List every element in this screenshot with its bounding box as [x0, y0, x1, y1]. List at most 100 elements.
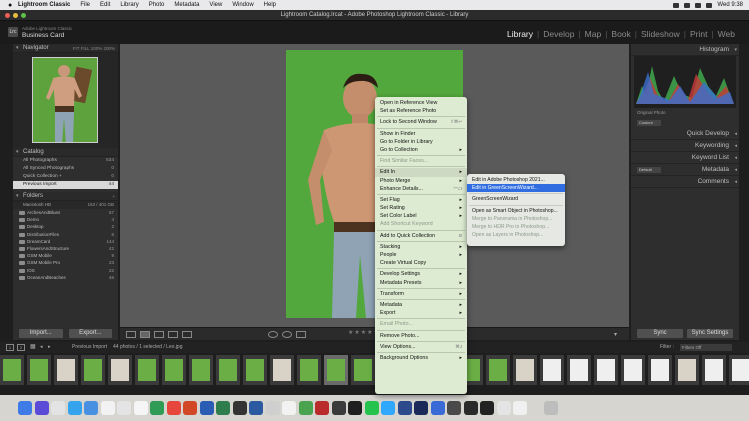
dock-app-icon[interactable] — [315, 401, 329, 415]
folder-item[interactable]: FlowersAndStructure 42 — [13, 245, 118, 252]
folder-item[interactable]: Demo 4 — [13, 216, 118, 223]
grid-icon[interactable]: ▦ — [30, 342, 36, 353]
module-print[interactable]: Print — [686, 29, 711, 39]
dock-app-icon[interactable] — [133, 401, 148, 415]
trash-icon[interactable] — [543, 401, 558, 415]
dock-app-icon[interactable] — [166, 401, 181, 415]
filmstrip-thumbnail[interactable] — [621, 355, 645, 385]
filmstrip-thumbnail[interactable] — [351, 355, 375, 385]
import-button[interactable]: Import... — [19, 329, 63, 338]
page-1-button[interactable]: 1 — [6, 344, 14, 351]
ctx-item-remove-photo[interactable]: Remove Photo... — [375, 332, 467, 340]
menu-library[interactable]: Library — [120, 2, 138, 8]
painter-icon[interactable] — [296, 331, 306, 338]
compare-view-icon[interactable] — [154, 331, 164, 338]
dock-app-icon[interactable] — [480, 401, 494, 415]
folder-item[interactable]: OceanAndBeaches 46 — [13, 274, 118, 281]
close-window-icon[interactable] — [5, 13, 10, 18]
search-icon[interactable] — [706, 2, 713, 8]
navigator-header[interactable]: ▾ Navigator FIT FILL 100% 200% — [13, 44, 118, 53]
wifi-icon[interactable] — [684, 2, 691, 8]
ctx-item-metadata-presets[interactable]: Metadata Presets ▸ — [375, 279, 467, 287]
filmstrip-thumbnail[interactable] — [540, 355, 564, 385]
module-map[interactable]: Map — [581, 29, 606, 39]
dock-app-icon[interactable] — [67, 401, 82, 415]
status-icon[interactable] — [673, 2, 680, 8]
navigator-zoom-options[interactable]: FIT FILL 100% 200% — [73, 44, 115, 53]
ctx-item-go-to-collection[interactable]: Go to Collection ▸ — [375, 146, 467, 154]
ctx-item-go-to-folder-in-library[interactable]: Go to Folder in Library — [375, 138, 467, 146]
ctx-item-set-color-label[interactable]: Set Color Label ▸ — [375, 212, 467, 220]
filmstrip-info[interactable]: 44 photos / 1 selected / Leo.jpg — [113, 342, 183, 353]
catalog-item-all-photographs[interactable]: All Photographs 534 — [13, 157, 118, 165]
survey-view-icon[interactable] — [168, 331, 178, 338]
menu-file[interactable]: File — [80, 2, 90, 8]
catalog-item-previous-import[interactable]: Previous Import 44 — [13, 181, 118, 189]
section-keyword-list[interactable]: Keyword List ◂ — [631, 152, 739, 164]
submenu-item-greenscreenwizard[interactable]: GreenScreenWizard — [467, 195, 565, 203]
zoom-window-icon[interactable] — [21, 13, 26, 18]
menu-view[interactable]: View — [209, 2, 222, 8]
dock-app-icon[interactable] — [463, 401, 478, 415]
filmstrip-thumbnail[interactable] — [189, 355, 213, 385]
people-view-icon[interactable] — [182, 331, 192, 338]
filmstrip-thumbnail[interactable] — [108, 355, 132, 385]
dock-app-icon[interactable] — [183, 401, 197, 415]
ctx-item-transform[interactable]: Transform ▸ — [375, 290, 467, 298]
rotate-right-icon[interactable] — [282, 331, 292, 338]
module-develop[interactable]: Develop — [539, 29, 578, 39]
export-button[interactable]: Export... — [68, 329, 112, 338]
filmstrip-thumbnail[interactable] — [324, 355, 348, 385]
filmstrip-thumbnail[interactable] — [27, 355, 51, 385]
forward-icon[interactable]: ▸ — [48, 342, 51, 353]
filmstrip-thumbnail[interactable] — [243, 355, 267, 385]
filmstrip-thumbnail[interactable] — [702, 355, 726, 385]
ctx-item-people[interactable]: People ▸ — [375, 251, 467, 259]
catalog-header[interactable]: ▾ Catalog — [13, 148, 118, 157]
dock-app-icon[interactable] — [381, 401, 395, 415]
dock-app-icon[interactable] — [100, 401, 115, 415]
ctx-item-set-as-reference-photo[interactable]: Set as Reference Photo — [375, 107, 467, 115]
dock-app-icon[interactable] — [430, 401, 445, 415]
filmstrip-thumbnail[interactable] — [216, 355, 240, 385]
filmstrip-source[interactable]: Previous Import — [72, 342, 107, 353]
ctx-item-develop-settings[interactable]: Develop Settings ▸ — [375, 270, 467, 278]
ctx-item-background-options[interactable]: Background Options ▸ — [375, 354, 467, 362]
dock-app-icon[interactable] — [117, 401, 131, 415]
loupe-view-icon[interactable] — [140, 331, 150, 338]
rotate-left-icon[interactable] — [268, 331, 278, 338]
filmstrip-thumbnail[interactable] — [135, 355, 159, 385]
sync-button[interactable]: Sync — [637, 329, 683, 338]
filmstrip-thumbnail[interactable] — [594, 355, 618, 385]
folders-header[interactable]: ▾ Folders + — [13, 192, 118, 201]
filmstrip-thumbnail[interactable] — [675, 355, 699, 385]
histogram-header[interactable]: Histogram ▾ — [631, 44, 739, 56]
module-slideshow[interactable]: Slideshow — [637, 29, 684, 39]
dock-app-icon[interactable] — [348, 401, 362, 415]
folder-item[interactable]: ArchesAndBlues 57 — [13, 209, 118, 216]
back-icon[interactable]: ◂ — [40, 342, 43, 353]
submenu-item-open-as-smart-object-in-photoshop[interactable]: Open as Smart Object in Photoshop... — [467, 207, 565, 215]
grid-view-icon[interactable] — [126, 331, 136, 338]
filmstrip-thumbnail[interactable] — [54, 355, 78, 385]
folder-item[interactable]: Desktop 2 — [13, 223, 118, 230]
filmstrip-thumbnail[interactable] — [486, 355, 510, 385]
dock-app-icon[interactable] — [249, 401, 263, 415]
dock-app-icon[interactable] — [298, 401, 313, 415]
dock-app-icon[interactable] — [232, 401, 247, 415]
saved-preset-select[interactable]: Custom — [637, 120, 661, 126]
filmstrip-thumbnail[interactable] — [162, 355, 186, 385]
ctx-item-stacking[interactable]: Stacking ▸ — [375, 243, 467, 251]
dock-app-icon[interactable] — [496, 401, 511, 415]
metadata-preset-select[interactable]: Default — [637, 167, 661, 173]
dock-app-icon[interactable] — [199, 401, 214, 415]
ctx-item-metadata[interactable]: Metadata ▸ — [375, 301, 467, 309]
menu-help[interactable]: Help — [264, 2, 276, 8]
ctx-item-export[interactable]: Export ▸ — [375, 309, 467, 317]
dock-app-icon[interactable] — [397, 401, 412, 415]
menu-photo[interactable]: Photo — [149, 2, 165, 8]
folder-item[interactable]: IOS 22 — [13, 267, 118, 274]
module-web[interactable]: Web — [714, 29, 739, 39]
filmstrip-thumbnail[interactable] — [513, 355, 537, 385]
menubar-clock[interactable]: Wed 9:38 — [717, 2, 743, 8]
